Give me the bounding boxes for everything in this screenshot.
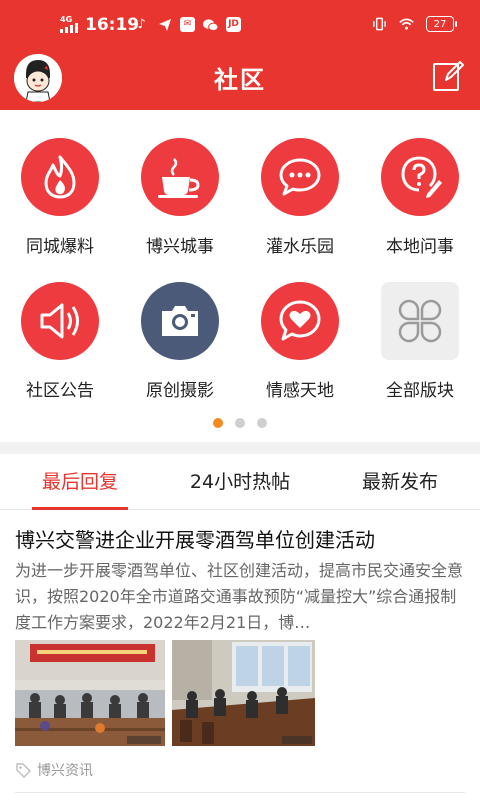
section-divider (0, 442, 480, 454)
board-bendi-wenshi[interactable]: 本地问事 (360, 138, 480, 257)
heart-bubble-icon (261, 282, 339, 360)
wifi-icon (399, 17, 414, 32)
post-title[interactable]: 博兴交警进企业开展零酒驾单位创建活动 (15, 524, 375, 553)
page-indicator (0, 418, 480, 428)
chat-bubble-icon (261, 138, 339, 216)
board-label: 社区公告 (26, 381, 94, 401)
board-shequ-gonggao[interactable]: 社区公告 (0, 282, 120, 401)
page-dot-active[interactable] (213, 418, 223, 428)
post-photo-office[interactable] (172, 640, 315, 746)
board-label: 本地问事 (386, 237, 454, 257)
vibrate-icon (372, 17, 387, 32)
board-yuanchuang-sheying[interactable]: 原创摄影 (120, 282, 240, 401)
board-label: 同城爆料 (26, 237, 94, 257)
forum-board-grid: 同城爆料 博兴城事 灌水乐园 本地问事 社区公告 原创摄影 情感天地 全部版块 (0, 110, 480, 440)
board-tongcheng-baoliao[interactable]: 同城爆料 (0, 138, 120, 257)
battery-indicator: 27 (426, 16, 457, 32)
post-summary: 为进一步开展零酒驾单位、社区创建活动，提高市民交通安全意识，按照2020年全市道… (15, 561, 464, 632)
wechat-icon (203, 17, 218, 32)
tab-latest-reply[interactable]: 最后回复 (0, 454, 160, 510)
page-dot[interactable] (257, 418, 267, 428)
post-photo-meeting[interactable] (15, 640, 165, 746)
tab-24h-hot[interactable]: 24小时热帖 (160, 454, 320, 509)
post-divider (15, 792, 465, 793)
board-label: 全部版块 (386, 381, 454, 401)
mail-icon: ✉ (180, 17, 195, 32)
app-badge-icon: JD (226, 17, 241, 32)
tab-newest[interactable]: 最新发布 (320, 454, 480, 509)
speaker-icon (21, 282, 99, 360)
board-qinggan-tiandi[interactable]: 情感天地 (240, 282, 360, 401)
page-title: 社区 (214, 66, 266, 94)
board-all-sections[interactable]: 全部版块 (360, 282, 480, 401)
tag-icon (16, 763, 31, 778)
post-tag[interactable]: 博兴资讯 (15, 760, 93, 780)
board-label: 博兴城事 (146, 237, 214, 257)
cellular-signal-icon: 4G (60, 15, 82, 33)
board-label: 灌水乐园 (266, 237, 334, 257)
status-bar: 4G 16:19 ♪ ✉ JD 27 (0, 0, 480, 52)
board-label: 情感天地 (266, 381, 334, 401)
four-leaf-grid-icon (381, 282, 459, 360)
compose-icon[interactable] (432, 60, 464, 92)
post-sort-tabs: 最后回复 24小时热帖 最新发布 (0, 454, 480, 510)
question-pen-icon (381, 138, 459, 216)
board-label: 原创摄影 (146, 381, 214, 401)
flame-icon (21, 138, 99, 216)
tiktok-icon: ♪ (137, 17, 146, 32)
board-boxing-chengshi[interactable]: 博兴城事 (120, 138, 240, 257)
post-tag-label: 博兴资讯 (37, 763, 93, 779)
coffee-cup-icon (141, 138, 219, 216)
status-time: 16:19 (85, 15, 140, 35)
camera-icon (141, 282, 219, 360)
send-icon (157, 17, 172, 32)
page-dot[interactable] (235, 418, 245, 428)
app-header: 4G 16:19 ♪ ✉ JD 27 社区 (0, 0, 480, 110)
board-guanshui-leyuan[interactable]: 灌水乐园 (240, 138, 360, 257)
